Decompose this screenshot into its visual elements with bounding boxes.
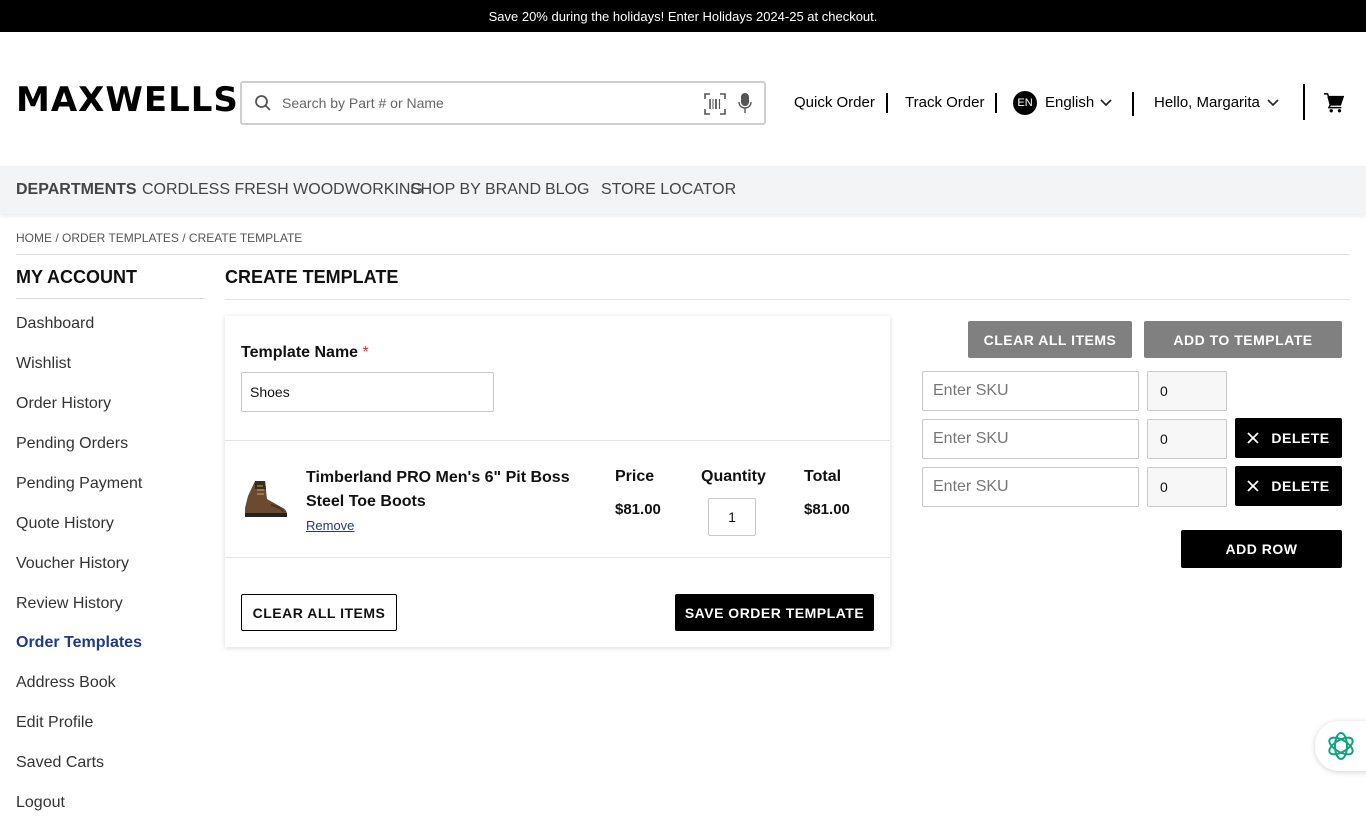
sku-input[interactable] <box>922 419 1139 459</box>
track-order-link[interactable]: Track Order <box>905 94 984 111</box>
divider <box>1132 92 1134 116</box>
search-input[interactable] <box>282 91 682 115</box>
product-name[interactable]: Timberland PRO Men's 6" Pit Boss Steel T… <box>306 466 576 514</box>
barcode-scan-icon[interactable] <box>704 93 726 115</box>
nav-blog[interactable]: BLOG <box>545 181 589 199</box>
total-header: Total <box>804 468 842 485</box>
sidebar-item-order-history[interactable]: Order History <box>16 395 111 413</box>
sidebar-item-saved-carts[interactable]: Saved Carts <box>16 754 104 772</box>
product-image[interactable] <box>241 478 289 520</box>
template-name-label-text: Template Name <box>241 344 359 361</box>
assistant-icon <box>1328 732 1354 760</box>
sidebar-item-dashboard[interactable]: Dashboard <box>16 315 94 333</box>
sku-quantity-input[interactable] <box>1147 371 1227 411</box>
close-icon <box>1247 480 1260 492</box>
chevron-down-icon[interactable] <box>1267 99 1279 107</box>
divider <box>886 93 888 113</box>
sidebar-item-quote-history[interactable]: Quote History <box>16 515 114 533</box>
quantity-header: Quantity <box>701 468 766 485</box>
sidebar-item-edit-profile[interactable]: Edit Profile <box>16 714 93 732</box>
sidebar-item-voucher-history[interactable]: Voucher History <box>16 555 129 573</box>
nav-store-locator[interactable]: STORE LOCATOR <box>601 181 736 199</box>
remove-item-link[interactable]: Remove <box>306 518 354 533</box>
required-mark: * <box>362 344 369 361</box>
add-row-button[interactable]: ADD ROW <box>1181 530 1342 568</box>
divider <box>225 299 1350 300</box>
sidebar-item-address-book[interactable]: Address Book <box>16 674 116 692</box>
chevron-down-icon[interactable] <box>1100 99 1112 107</box>
chat-assistant-button[interactable] <box>1315 721 1366 771</box>
microphone-icon[interactable] <box>738 92 752 114</box>
total-value: $81.00 <box>804 501 850 518</box>
divider <box>225 557 890 558</box>
delete-row-button[interactable]: DELETE <box>1235 418 1342 458</box>
page-title: CREATE TEMPLATE <box>225 267 399 287</box>
delete-label: DELETE <box>1271 430 1330 446</box>
language-selector[interactable]: English <box>1045 94 1094 111</box>
breadcrumb[interactable]: HOME / ORDER TEMPLATES / CREATE TEMPLATE <box>16 231 302 245</box>
delete-row-button[interactable]: DELETE <box>1235 466 1342 506</box>
clear-all-items-button[interactable]: CLEAR ALL ITEMS <box>241 594 397 631</box>
sku-input[interactable] <box>922 371 1139 411</box>
sidebar-title: MY ACCOUNT <box>16 267 137 287</box>
sku-quantity-input[interactable] <box>1147 467 1227 507</box>
promo-text: Save 20% during the holidays! Enter Holi… <box>488 8 878 24</box>
delete-label: DELETE <box>1271 478 1330 494</box>
add-to-template-button[interactable]: ADD TO TEMPLATE <box>1144 321 1342 358</box>
main-navigation: DEPARTMENTS CORDLESS FRESH WOODWORKING S… <box>0 166 1366 214</box>
sidebar-item-wishlist[interactable]: Wishlist <box>16 355 71 373</box>
sidebar-item-order-templates[interactable]: Order Templates <box>16 634 142 652</box>
price-value: $81.00 <box>615 501 661 518</box>
close-icon <box>1247 432 1260 444</box>
divider <box>995 93 997 113</box>
sidebar-item-logout[interactable]: Logout <box>16 794 65 812</box>
quick-order-link[interactable]: Quick Order <box>794 94 875 111</box>
sidebar-item-pending-payment[interactable]: Pending Payment <box>16 475 142 493</box>
divider <box>225 440 890 441</box>
divider <box>1303 84 1305 120</box>
price-header: Price <box>615 468 655 485</box>
sku-input[interactable] <box>922 467 1139 507</box>
cart-icon[interactable] <box>1323 92 1345 114</box>
template-name-input[interactable] <box>241 372 494 412</box>
divider <box>16 298 205 299</box>
nav-cordless-fresh-woodworking[interactable]: CORDLESS FRESH WOODWORKING <box>142 181 423 199</box>
template-card: Template Name * Timberland PRO Men's 6" … <box>225 316 890 647</box>
search-icon[interactable] <box>254 94 272 112</box>
clear-all-items-button[interactable]: CLEAR ALL ITEMS <box>968 321 1132 358</box>
site-logo[interactable]: MAXWELLS <box>16 82 239 118</box>
quantity-input[interactable] <box>708 498 756 536</box>
divider <box>16 254 1350 255</box>
save-order-template-button[interactable]: SAVE ORDER TEMPLATE <box>675 594 874 631</box>
template-name-label: Template Name * <box>241 344 369 362</box>
sku-quantity-input[interactable] <box>1147 419 1227 459</box>
promo-banner: Save 20% during the holidays! Enter Holi… <box>0 0 1366 32</box>
search-bar <box>240 81 766 125</box>
nav-shop-by-brand[interactable]: SHOP BY BRAND <box>410 181 541 199</box>
nav-departments[interactable]: DEPARTMENTS <box>16 181 137 199</box>
account-menu[interactable]: Hello, Margarita <box>1154 94 1260 111</box>
language-badge[interactable]: EN <box>1013 91 1037 115</box>
sidebar-item-pending-orders[interactable]: Pending Orders <box>16 435 128 453</box>
sidebar-item-review-history[interactable]: Review History <box>16 595 123 613</box>
site-header: MAXWELLS Quick Order Track Order EN Engl… <box>0 32 1366 166</box>
